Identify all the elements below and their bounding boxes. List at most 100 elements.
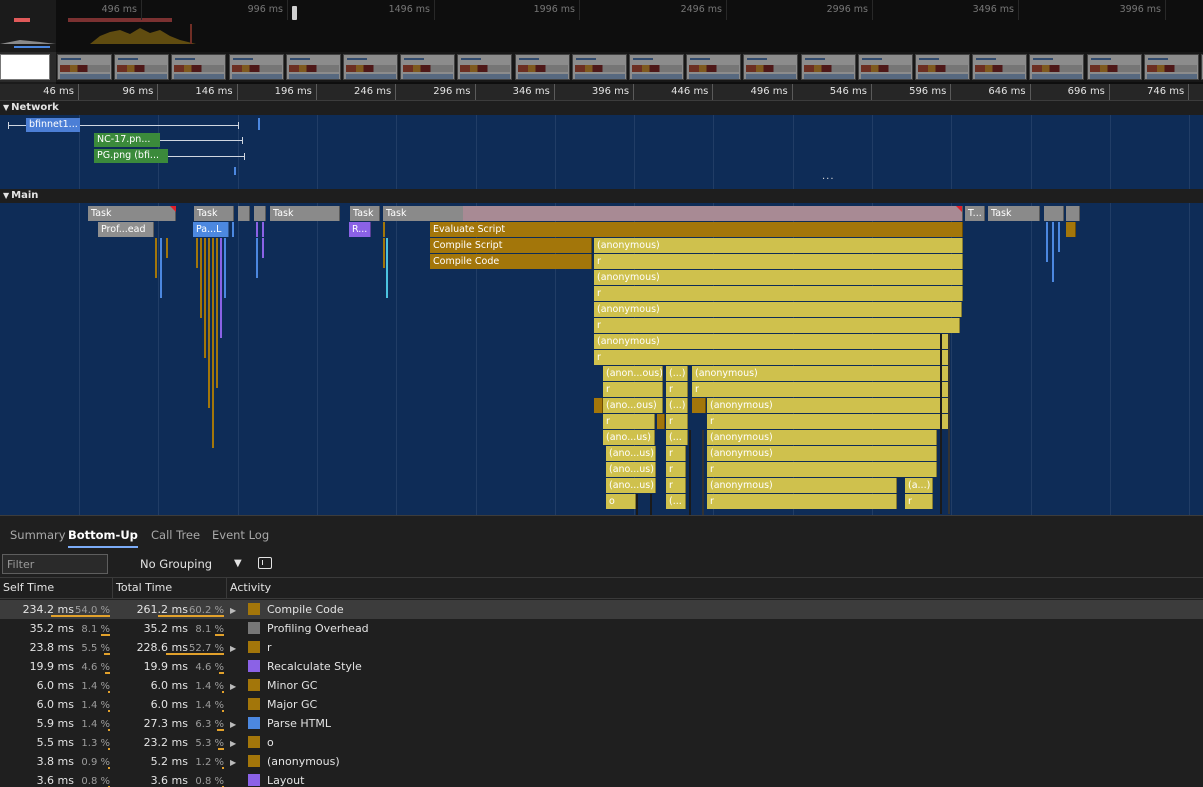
flame-task[interactable] [254, 206, 266, 221]
flame-task[interactable] [1066, 206, 1080, 221]
network-track-header[interactable]: ▼ Network [0, 101, 1203, 115]
network-request-bar[interactable]: NC-17.pn... [94, 133, 160, 147]
table-row[interactable]: 35.2 ms 8.1 % 35.2 ms 8.1 % Profiling Overhe… [0, 619, 1203, 638]
flame-r[interactable]: r [707, 414, 950, 429]
flame-anonymous[interactable]: (... [666, 494, 686, 509]
long-task-marker [956, 206, 962, 212]
flame-task-long[interactable]: Task [383, 206, 963, 221]
flame-task[interactable] [238, 206, 250, 221]
flame-r[interactable]: r [594, 254, 963, 269]
flame-r[interactable]: r [666, 414, 688, 429]
flame-task[interactable]: Task [988, 206, 1040, 221]
flame-evaluate-script[interactable]: Evaluate Script [430, 222, 963, 237]
flame-r[interactable]: r [692, 382, 950, 397]
flame-anonymous[interactable]: (anonymous) [594, 302, 962, 317]
table-row[interactable]: 5.9 ms 1.4 % 27.3 ms 6.3 % ▶ Parse HTML [0, 714, 1203, 733]
collapse-triangle-icon: ▼ [3, 103, 10, 112]
expand-triangle-icon[interactable]: ▶ [230, 734, 242, 753]
total-time-value: 6.0 ms [150, 679, 188, 692]
flame-r[interactable]: r [666, 462, 686, 477]
flame-anonymous[interactable]: (a...) [905, 478, 933, 493]
column-total-time[interactable]: Total Time [112, 578, 226, 598]
flame-anonymous[interactable]: (...) [666, 366, 688, 381]
flame-anonymous[interactable]: (ano...us) [603, 430, 655, 445]
flame-task[interactable]: Task [88, 206, 176, 221]
self-time-value: 23.8 ms [29, 641, 74, 654]
sidebar-toggle-icon[interactable] [258, 557, 272, 569]
flame-compile-code[interactable]: Compile Code [430, 254, 592, 269]
tab-bottom-up[interactable]: Bottom-Up [68, 526, 138, 548]
table-row[interactable]: 3.8 ms 0.9 % 5.2 ms 1.2 % ▶ (anonymous) [0, 752, 1203, 771]
screenshot-thumbnail[interactable] [0, 54, 50, 80]
flame-r[interactable]: r [594, 318, 960, 333]
network-request-bar[interactable]: bfinnet1... [26, 118, 80, 132]
network-track-label: Network [11, 102, 59, 113]
tab-event-log[interactable]: Event Log [212, 526, 269, 548]
table-row[interactable]: 6.0 ms 1.4 % 6.0 ms 1.4 % ▶ Minor GC [0, 676, 1203, 695]
flame-r[interactable]: r [666, 382, 688, 397]
flame-anonymous[interactable]: (anonymous) [594, 238, 963, 253]
flame-anonymous[interactable]: (anonymous) [707, 398, 950, 413]
flame-r[interactable]: r [666, 478, 686, 493]
flame-task[interactable]: Task [270, 206, 340, 221]
flame-task[interactable]: Task [350, 206, 380, 221]
table-row[interactable]: 6.0 ms 1.4 % 6.0 ms 1.4 % Major GC [0, 695, 1203, 714]
flame-profiling-overhead[interactable]: Prof...ead [98, 222, 154, 237]
filter-input[interactable] [2, 554, 108, 574]
flame-anonymous[interactable]: (anonymous) [594, 270, 963, 285]
flame-task[interactable]: T... [965, 206, 985, 221]
self-time-value: 5.5 ms [36, 736, 74, 749]
flame-anonymous[interactable]: (anonymous) [692, 366, 950, 381]
column-self-time[interactable]: Self Time [0, 578, 112, 598]
flame-anonymous[interactable]: (anonymous) [707, 430, 937, 445]
table-row[interactable]: 19.9 ms 4.6 % 19.9 ms 4.6 % Recalculate Styl… [0, 657, 1203, 676]
table-row[interactable]: 5.5 ms 1.3 % 23.2 ms 5.3 % ▶ o [0, 733, 1203, 752]
gridline [475, 101, 477, 515]
flame-anonymous[interactable]: (ano...us) [606, 462, 656, 477]
tab-summary[interactable]: Summary [10, 526, 66, 548]
self-time-cell: 5.5 ms 1.3 % [0, 733, 112, 752]
overview-window-handle[interactable] [292, 6, 297, 20]
flame-parse-html[interactable]: Pa...L [193, 222, 229, 237]
flame-evaluate-script[interactable] [1066, 222, 1076, 237]
flame-anonymous[interactable]: (... [666, 430, 688, 445]
table-row[interactable]: 23.8 ms 5.5 % 228.6 ms52.7 % ▶ r [0, 638, 1203, 657]
flame-recalculate-style[interactable]: R... [349, 222, 371, 237]
tab-call-tree[interactable]: Call Tree [151, 526, 200, 548]
network-request-bar[interactable]: PG.png (bfi... [94, 149, 168, 163]
expand-triangle-icon[interactable]: ▶ [230, 639, 242, 658]
flame-anonymous[interactable]: (ano...us) [606, 446, 656, 461]
flame-anonymous[interactable]: (ano...us) [606, 478, 656, 493]
flame-r[interactable]: r [603, 382, 663, 397]
flame-anonymous[interactable]: (anonymous) [707, 478, 897, 493]
timeline-overview[interactable]: 496 ms 996 ms 1496 ms 1996 ms 2496 ms 2996 ms… [0, 0, 1203, 84]
flame-r[interactable]: r [707, 494, 897, 509]
flame-anonymous[interactable]: (anonymous) [594, 334, 950, 349]
flame-r[interactable]: r [666, 446, 686, 461]
table-row[interactable]: 234.2 ms54.0 % 261.2 ms60.2 % ▶ Compile Cod… [0, 600, 1203, 619]
grouping-select[interactable]: No Grouping [110, 554, 250, 574]
flame-anonymous[interactable]: (anon...ous) [603, 366, 663, 381]
flame-r[interactable]: r [905, 494, 933, 509]
expand-triangle-icon[interactable]: ▶ [230, 677, 242, 696]
expand-triangle-icon[interactable]: ▶ [230, 601, 242, 620]
flame-r[interactable]: r [603, 414, 655, 429]
flame-compile-script[interactable]: Compile Script [430, 238, 592, 253]
track-resize-handle[interactable]: ··· [822, 175, 835, 185]
timeline-tracks[interactable]: ▼ Network bfinnet1... NC-17.pn... PG.png … [0, 101, 1203, 515]
flame-task[interactable] [1044, 206, 1064, 221]
flame-anonymous[interactable]: (anonymous) [707, 446, 937, 461]
main-track-header[interactable]: ▼ Main [0, 189, 1203, 203]
flame-o[interactable]: o [606, 494, 636, 509]
flame-r[interactable]: r [594, 350, 950, 365]
flame-r[interactable]: r [707, 462, 937, 477]
flame-anonymous[interactable]: (ano...ous) [603, 398, 663, 413]
flame-task[interactable]: Task [194, 206, 234, 221]
expand-triangle-icon[interactable]: ▶ [230, 715, 242, 734]
table-row[interactable]: 3.6 ms 0.8 % 3.6 ms 0.8 % Layout [0, 771, 1203, 787]
column-activity[interactable]: Activity [226, 578, 1126, 598]
total-time-bar [215, 634, 224, 636]
expand-triangle-icon[interactable]: ▶ [230, 753, 242, 772]
flame-r[interactable]: r [594, 286, 963, 301]
flame-anonymous[interactable]: (...) [666, 398, 688, 413]
